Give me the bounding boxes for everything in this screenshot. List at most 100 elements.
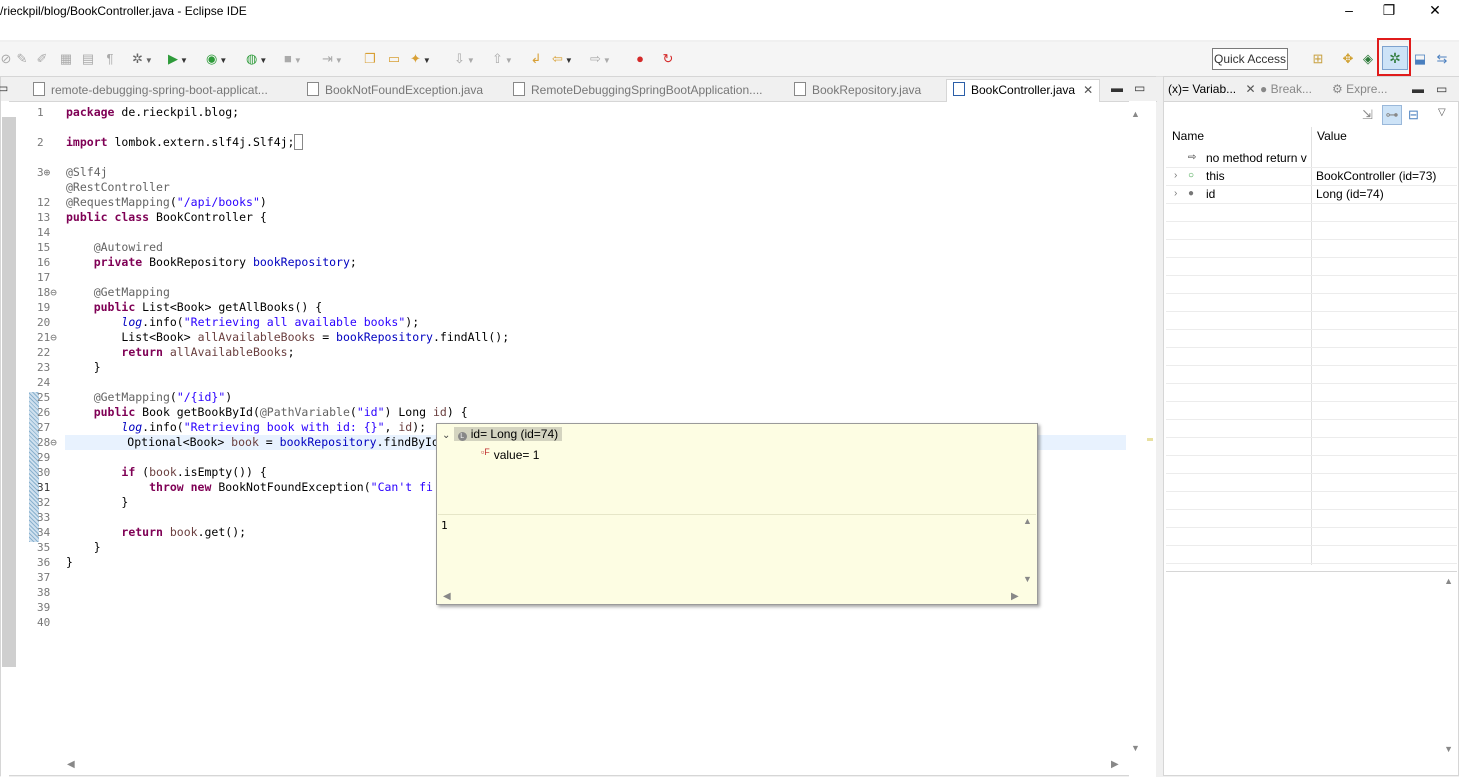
scroll-up-icon[interactable]: ▲ (1131, 109, 1140, 119)
tab-expressions[interactable]: ⚙ Expre... (1332, 82, 1387, 96)
line-number: 18⊖ (37, 286, 57, 299)
code-line: private BookRepository bookRepository; (93, 255, 357, 269)
editor-tab-bar: ▭ remote-debugging-spring-boot-applicat.… (0, 77, 1157, 102)
last-edit-icon[interactable]: ↲ (528, 51, 544, 67)
code-line: log.info("Retrieving all available books… (121, 315, 420, 329)
minimize-view-icon[interactable]: ▬ (1412, 82, 1424, 96)
show-type-names-icon[interactable]: ⇲ (1362, 107, 1373, 123)
block-selection-icon[interactable]: ▦ (58, 51, 74, 67)
scroll-up-icon[interactable]: ▲ (1023, 516, 1032, 526)
whitespace-icon[interactable]: ¶ (102, 51, 118, 67)
detail-scrollbar[interactable]: ▲ ▼ (1023, 516, 1035, 590)
name-column-header[interactable]: Name (1172, 129, 1204, 143)
line-number: 33 (37, 511, 51, 524)
next-annotation-icon[interactable]: ⇩ ▼ (454, 51, 475, 67)
editor-horizontal-scrollbar[interactable]: ◀ ▶ (61, 759, 1127, 773)
scroll-left-icon[interactable]: ◀ (67, 759, 75, 770)
open-perspective-icon[interactable]: ⊞ (1310, 51, 1326, 67)
java-file-icon (953, 82, 965, 96)
code-line: return book.get(); (121, 525, 247, 539)
tab-remote-debugging[interactable]: remote-debugging-spring-boot-applicat... (33, 80, 268, 100)
new-package-icon[interactable]: ❐ (362, 51, 378, 67)
hover-variable-row[interactable]: ⌄ Lid= Long (id=74) (442, 426, 563, 442)
code-line: @RequestMapping("/api/books") (66, 195, 267, 209)
editor-left-scrollbar[interactable] (1, 101, 16, 777)
variables-view: (x)= Variab... ✕ ● Break... ⚙ Expre... ▬… (1163, 76, 1459, 776)
word-wrap-icon[interactable]: ▤ (80, 51, 96, 67)
line-number: 19 (37, 301, 51, 314)
close-button[interactable]: ✕ (1420, 2, 1450, 20)
maximize-button[interactable]: ❐ (1374, 2, 1404, 20)
debug-perspective-icon[interactable]: ✲ (1382, 46, 1408, 70)
collapse-icon[interactable]: ⌄ (442, 430, 450, 441)
java-ee-perspective-icon[interactable]: ✥ (1340, 51, 1356, 67)
line-number: 31 (37, 481, 51, 494)
line-number: 35 (37, 541, 51, 554)
overview-ruler[interactable] (1143, 101, 1156, 777)
variable-hover-popup[interactable]: ⌄ Lid= Long (id=74) ▫F value= 1 1 ▲ ▼ ◀ ▶ (436, 423, 1038, 605)
scroll-up-icon[interactable]: ▲ (1444, 576, 1453, 586)
scroll-down-icon[interactable]: ▼ (1131, 743, 1140, 753)
variable-detail-pane[interactable]: ▲ ▼ (1166, 571, 1457, 762)
close-tab-icon[interactable]: ✕ (1245, 82, 1255, 96)
editor-vertical-scrollbar[interactable]: ▲ ▼ (1129, 101, 1143, 777)
expand-icon[interactable]: › (1174, 167, 1177, 185)
java-file-icon (794, 82, 806, 96)
refresh-icon[interactable]: ↻ (660, 51, 676, 67)
variables-table[interactable]: ⇨ no method return v › ○ this BookContro… (1166, 127, 1457, 565)
pen-icon[interactable]: ✎ (14, 51, 30, 67)
forward-icon[interactable]: ⇨ ▼ (590, 51, 611, 67)
code-line: package de.rieckpil.blog; (66, 105, 240, 119)
code-line: List<Book> allAvailableBooks = bookRepos… (66, 330, 510, 344)
tab-remotedebuggingapplication[interactable]: RemoteDebuggingSpringBootApplication.... (513, 80, 762, 100)
java-perspective-icon[interactable]: ◈ (1360, 51, 1376, 67)
close-tab-icon[interactable]: ✕ (1083, 83, 1093, 97)
view-menu-icon[interactable]: ▽ (1438, 107, 1446, 118)
quick-access-field[interactable]: Quick Access (1212, 48, 1288, 70)
stop-icon[interactable]: ■ ▼ (284, 51, 302, 67)
scroll-right-icon[interactable]: ▶ (1011, 591, 1019, 602)
code-line: log.info("Retrieving book with id: {}", … (121, 420, 427, 434)
run-icon[interactable]: ▶ ▼ (168, 51, 188, 67)
collapse-all-icon[interactable]: ⊟ (1408, 107, 1419, 123)
hover-detail-pane[interactable]: 1 (438, 514, 1036, 589)
maximize-view-icon[interactable]: ▭ (1436, 82, 1447, 96)
tab-variables[interactable]: (x)= Variab... ✕ (1168, 82, 1256, 96)
show-logical-structure-icon[interactable]: ⊶ (1382, 105, 1402, 125)
tab-breakpoints[interactable]: ● Break... (1260, 82, 1312, 96)
minimize-editor-icon[interactable]: ▬ (1111, 81, 1123, 95)
line-number: 26 (37, 406, 51, 419)
scrollbar-thumb[interactable] (2, 117, 16, 667)
value-column-header[interactable]: Value (1317, 129, 1347, 143)
open-folder-icon[interactable]: ▭ (386, 51, 402, 67)
redhat-icon[interactable]: ● (632, 51, 648, 67)
restore-icon[interactable]: ▭ (0, 81, 8, 95)
minimize-button[interactable]: – (1334, 2, 1364, 20)
back-icon[interactable]: ⇦ ▼ (552, 51, 573, 67)
git-perspective-icon[interactable]: ⬓ (1412, 51, 1428, 67)
maximize-editor-icon[interactable]: ▭ (1134, 81, 1145, 95)
code-line: if (book.isEmpty()) { (121, 465, 267, 479)
hover-child-row[interactable]: ▫F value= 1 (481, 444, 539, 463)
step-icon[interactable]: ⇥ ▼ (322, 51, 343, 67)
tab-bookrepository[interactable]: BookRepository.java (794, 80, 921, 100)
code-line: @RestController (66, 180, 170, 194)
previous-annotation-icon[interactable]: ⇧ ▼ (492, 51, 513, 67)
tab-bookcontroller[interactable]: BookController.java ✕ (946, 79, 1101, 102)
coverage-icon[interactable]: ◉ ▼ (206, 51, 227, 67)
toggle-mark-icon[interactable]: ✐ (34, 51, 50, 67)
line-number: 17 (37, 271, 51, 284)
tab-booknotfoundexception[interactable]: BookNotFoundException.java (307, 80, 483, 100)
open-type-icon[interactable]: ✦ ▼ (410, 51, 431, 67)
team-sync-icon[interactable]: ⇆ (1434, 51, 1450, 67)
detail-horizontal-scrollbar[interactable]: ◀ ▶ (441, 591, 1031, 603)
skip-breakpoints-icon[interactable]: ⊘ (0, 51, 14, 67)
scroll-down-icon[interactable]: ▼ (1444, 744, 1453, 754)
scroll-down-icon[interactable]: ▼ (1023, 574, 1032, 584)
scroll-left-icon[interactable]: ◀ (443, 591, 451, 602)
main-toolbar: ⊘ ✎ ✐ ▦ ▤ ¶ ✲ ▼ ▶ ▼ ◉ ▼ ◍ ▼ ■ ▼ ⇥ ▼ ❐ ▭ ✦ ▼ ⇩ ▼ … (0, 42, 1459, 77)
debug-icon[interactable]: ✲ ▼ (132, 51, 153, 67)
expand-icon[interactable]: › (1174, 185, 1177, 203)
external-tools-icon[interactable]: ◍ ▼ (246, 51, 267, 67)
scroll-right-icon[interactable]: ▶ (1111, 759, 1119, 770)
